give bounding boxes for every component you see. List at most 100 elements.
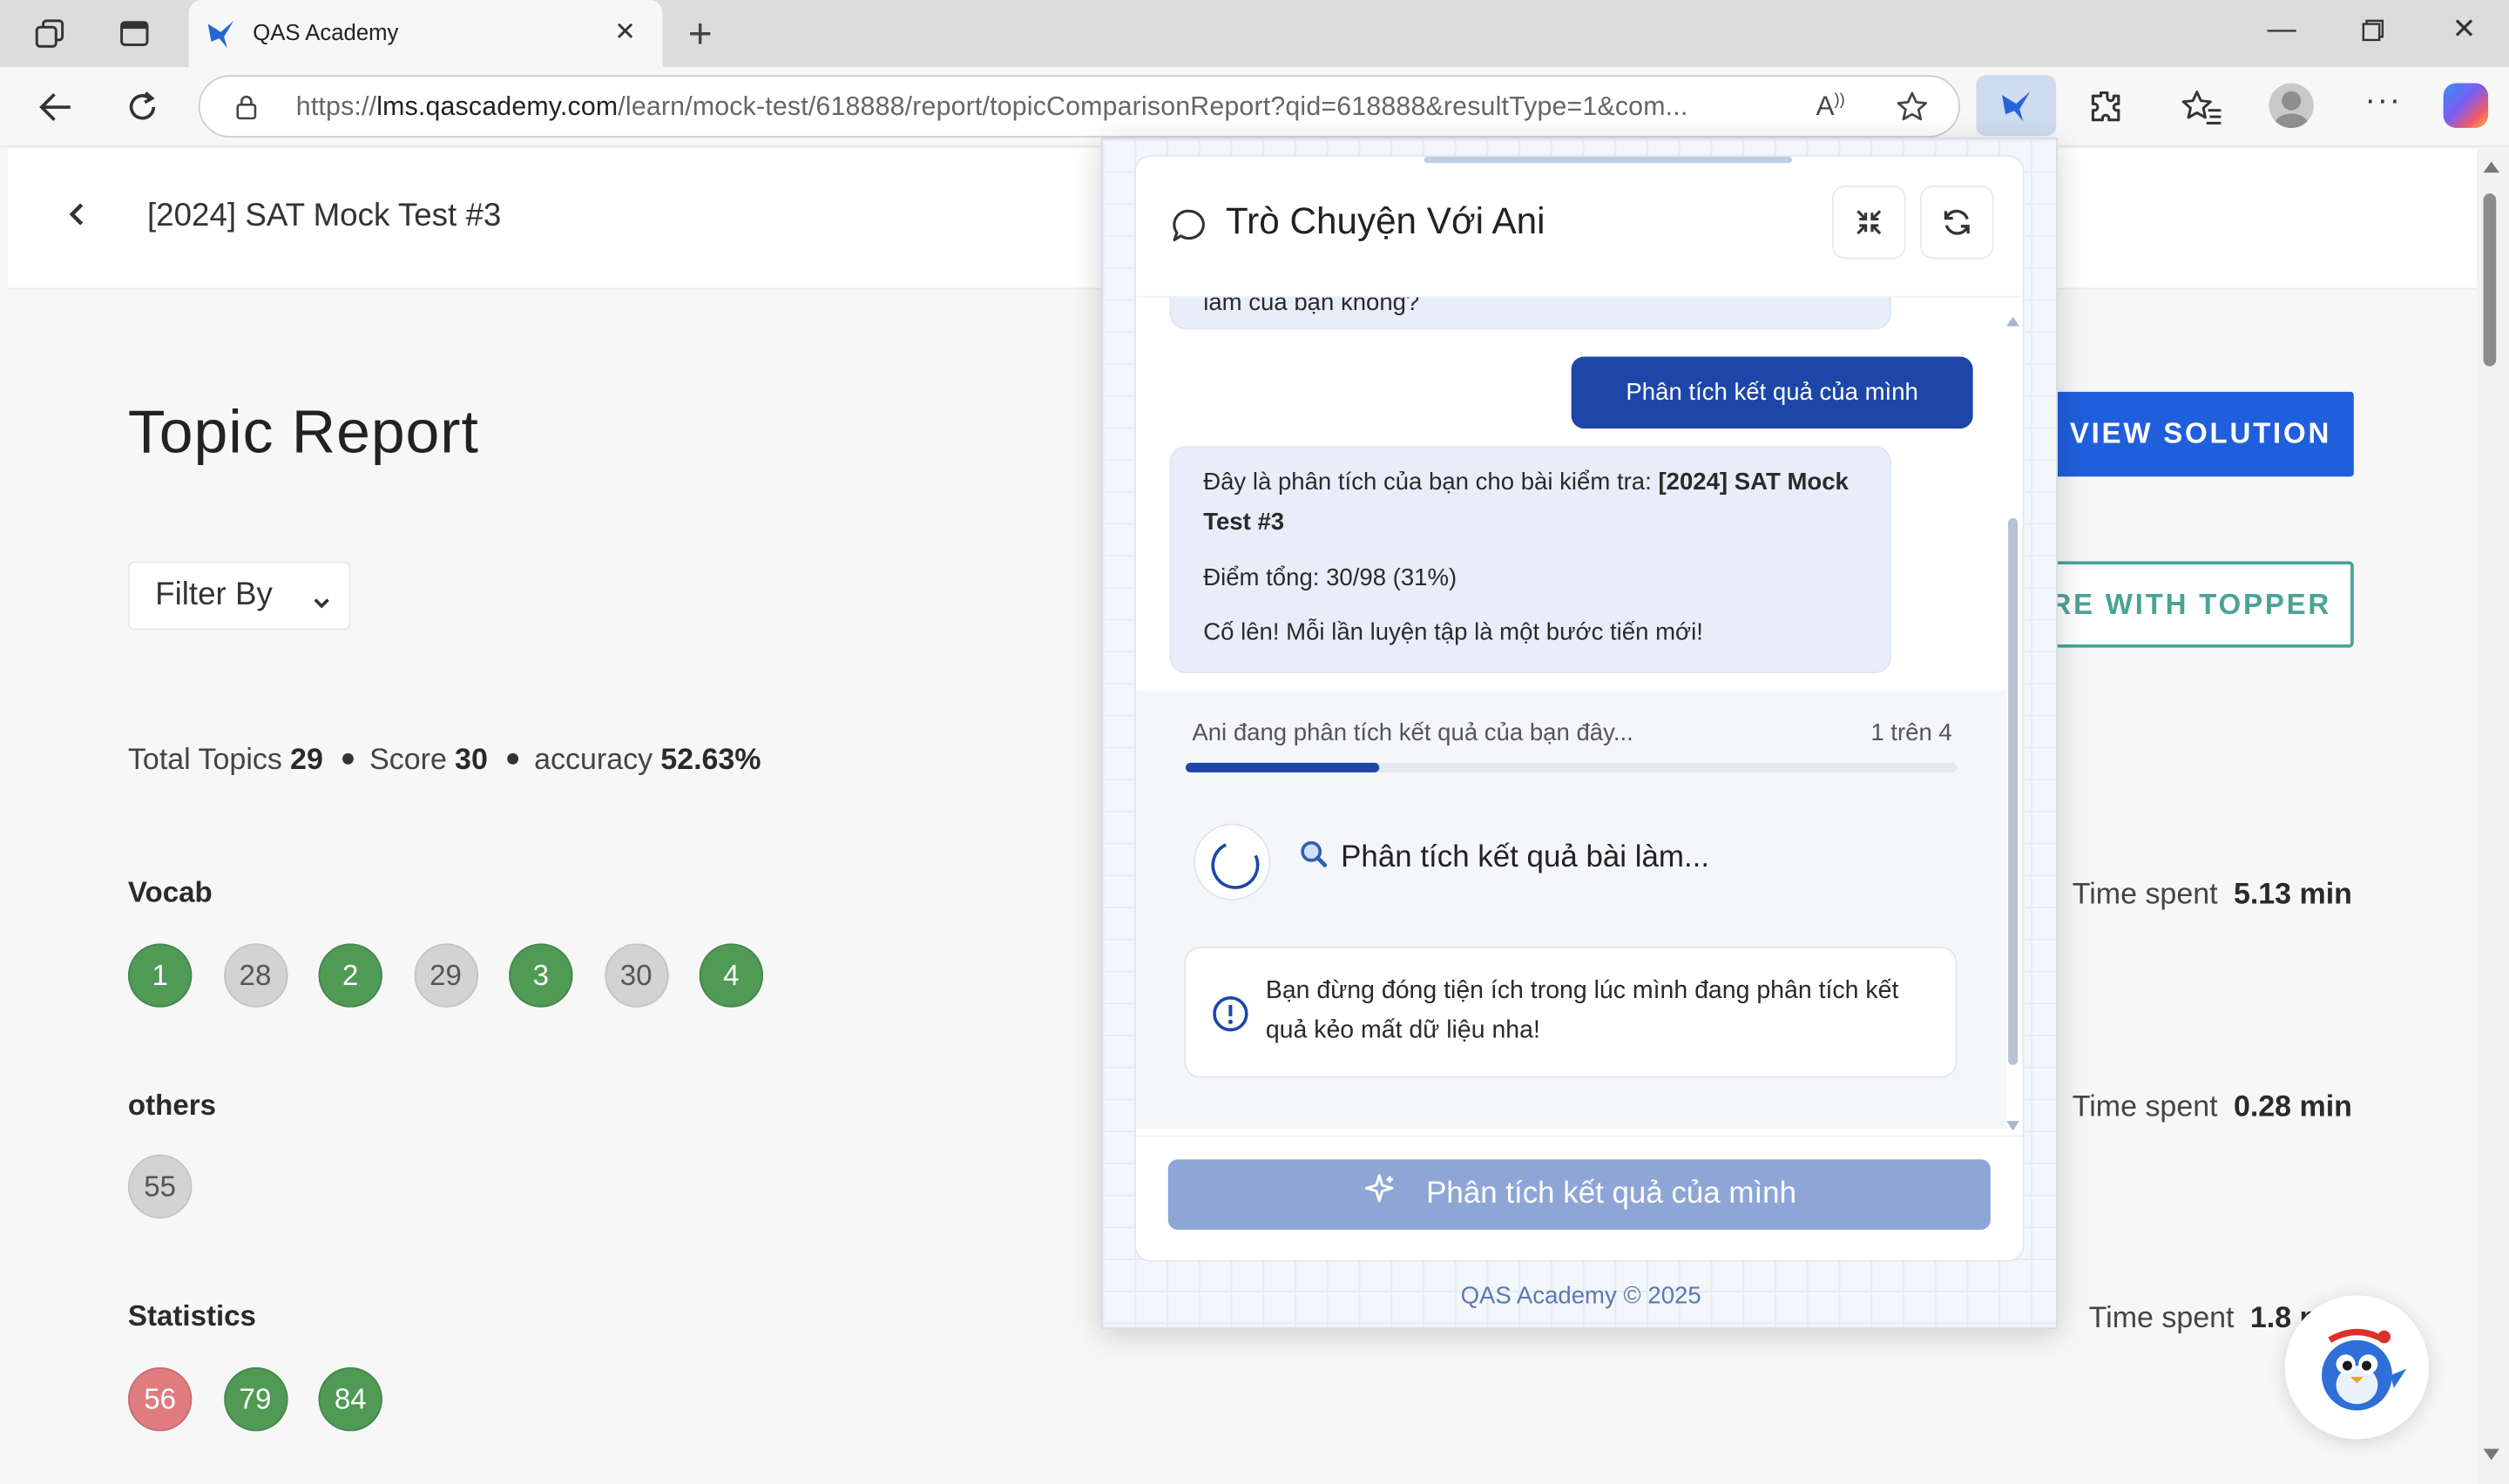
report-heading: Topic Report (127, 400, 479, 468)
question-bubble[interactable]: 79 (223, 1366, 287, 1432)
window-close-icon[interactable]: ✕ (2440, 13, 2488, 47)
copilot-icon[interactable] (2443, 83, 2489, 128)
progress-bar (1185, 762, 1958, 772)
collapse-button[interactable] (1832, 185, 1906, 260)
tab-actions-icon[interactable] (117, 16, 152, 51)
address-bar[interactable]: https://lms.qascademy.com/learn/mock-tes… (198, 75, 1960, 138)
refresh-icon[interactable] (122, 86, 164, 128)
compare-with-topper-button[interactable]: RE WITH TOPPER (2008, 561, 2354, 648)
chat-scroll-down[interactable] (2006, 1121, 2019, 1131)
chat-scroll-up[interactable] (2006, 316, 2019, 327)
back-arrow-icon[interactable] (35, 86, 77, 128)
active-tab[interactable]: QAS Academy ✕ (188, 0, 663, 68)
question-bubbles-others: 55 (127, 1154, 193, 1219)
section-label-others: others (127, 1089, 216, 1122)
chat-launcher-button[interactable] (2284, 1295, 2430, 1440)
favorites-icon[interactable] (2181, 88, 2222, 134)
lock-icon[interactable] (235, 94, 258, 128)
accuracy-label: accuracy (534, 741, 653, 776)
extension-icon[interactable] (2086, 88, 2125, 134)
warning-text: Bạn đừng đóng tiện ích trong lúc mình đa… (1265, 976, 1899, 1045)
mascot-icon (2322, 1328, 2407, 1411)
chevron-down-icon (312, 583, 331, 620)
question-bubble[interactable]: 55 (127, 1154, 193, 1219)
header-accent-line (1424, 156, 1793, 164)
question-bubble[interactable]: 4 (699, 943, 764, 1008)
loading-spinner (1194, 823, 1271, 901)
view-solution-button[interactable]: VIEW SOLUTION (2051, 391, 2354, 477)
browser-tab-bar: QAS Academy ✕ + — ✕ (0, 0, 2509, 68)
qas-extension-button[interactable] (1976, 75, 2057, 137)
chat-header: Trò Chuyện Với Ani (1136, 156, 2023, 298)
question-bubble[interactable]: 1 (127, 943, 193, 1008)
user-message: Phân tích kết quả của mình (1571, 356, 1973, 429)
total-topics-label: Total Topics (127, 741, 282, 776)
scroll-thumb[interactable] (2483, 193, 2497, 367)
workspaces-icon[interactable] (32, 16, 67, 51)
analysis-intro: Đây là phân tích của bạn cho bài kiểm tr… (1203, 469, 1849, 536)
analysis-encouragement: Cố lên! Mỗi lần luyện tập là một bước ti… (1203, 618, 1703, 646)
page-title: [2024] SAT Mock Test #3 (146, 198, 502, 234)
search-icon (1299, 840, 1328, 878)
question-bubbles-statistics: 56 79 84 (127, 1366, 382, 1432)
chat-scrollbar[interactable] (2006, 316, 2019, 1132)
chat-bubble-icon (1171, 208, 1206, 252)
question-bubble[interactable]: 30 (604, 943, 668, 1008)
filter-label: Filter By (155, 577, 273, 613)
read-aloud-icon[interactable]: A)) (1816, 91, 1845, 124)
sparkle-icon (1363, 1172, 1397, 1217)
analyze-results-label: Phân tích kết quả của mình (1426, 1177, 1796, 1211)
profile-icon[interactable] (2269, 83, 2314, 128)
question-bubble[interactable]: 56 (127, 1366, 193, 1432)
section-label-vocab: Vocab (127, 876, 213, 908)
analysis-progress-panel: Ani đang phân tích kết quả của bạn đây..… (1136, 691, 2007, 1130)
question-bubble[interactable]: 2 (318, 943, 382, 1008)
analysis-score: Điểm tổng: 30/98 (31%) (1203, 564, 1457, 592)
chat-footer: Phân tích kết quả của mình (1136, 1135, 2023, 1260)
score-value: 30 (455, 741, 488, 776)
qas-extension-icon (2002, 91, 2031, 122)
restore-icon[interactable] (2349, 16, 2397, 50)
progress-label: Ani đang phân tích kết quả của bạn đây..… (1192, 719, 1633, 747)
page-scrollbar[interactable] (2477, 148, 2509, 1484)
time-spent-others: Time spent 0.28 min (2072, 1089, 2352, 1123)
collapse-icon (1856, 210, 1882, 235)
question-bubble[interactable]: 84 (318, 1366, 382, 1432)
analyze-results-button[interactable]: Phân tích kết quả của mình (1167, 1159, 1991, 1231)
chat-scroll-thumb[interactable] (2008, 517, 2019, 1065)
current-step-text: Phân tích kết quả bài làm... (1341, 840, 1710, 875)
time-spent-vocab: Time spent 5.13 min (2072, 876, 2352, 910)
more-icon[interactable]: ··· (2365, 83, 2402, 119)
filter-dropdown[interactable]: Filter By (127, 561, 351, 631)
browser-toolbar: https://lms.qascademy.com/learn/mock-tes… (0, 67, 2509, 147)
separator-dot (342, 753, 354, 765)
tab-title: QAS Academy (253, 19, 399, 45)
chat-popup: Trò Chuyện Với Ani làm của bạn không? Ph… (1100, 137, 2058, 1329)
total-topics-value: 29 (290, 741, 323, 776)
question-bubble[interactable]: 3 (509, 943, 573, 1008)
url-text[interactable]: https://lms.qascademy.com/learn/mock-tes… (296, 92, 1688, 123)
score-label: Score (369, 741, 447, 776)
close-icon[interactable]: ✕ (614, 16, 636, 48)
question-bubble[interactable]: 29 (413, 943, 478, 1008)
progress-count: 1 trên 4 (1870, 719, 1952, 747)
chat-messages[interactable]: làm của bạn không? Phân tích kết quả của… (1136, 297, 2023, 1130)
scroll-down-arrow[interactable] (2483, 1448, 2499, 1460)
reload-icon (1944, 209, 1970, 235)
minimize-icon[interactable]: — (2258, 13, 2306, 47)
separator-dot (506, 753, 518, 765)
question-bubbles-vocab: 1 28 2 29 3 30 4 (127, 943, 764, 1008)
reload-button[interactable] (1920, 185, 1994, 260)
star-icon[interactable] (1895, 90, 1930, 133)
current-step: Phân tích kết quả bài làm... (1299, 840, 1709, 878)
chat-card: Trò Chuyện Với Ani làm của bạn không? Ph… (1134, 155, 2025, 1262)
copyright-text: QAS Academy © 2025 (1460, 1282, 1701, 1310)
question-bubble[interactable]: 28 (223, 943, 287, 1008)
info-icon (1211, 995, 1249, 1041)
bot-message-analysis: Đây là phân tích của bạn cho bài kiểm tr… (1169, 446, 1891, 674)
chevron-left-icon[interactable] (65, 201, 88, 235)
summary-stats: Total Topics 29 Score 30 accuracy 52.63% (128, 742, 771, 777)
scroll-up-arrow[interactable] (2483, 161, 2499, 173)
plus-icon[interactable]: + (688, 10, 713, 59)
qas-favicon (205, 17, 237, 57)
